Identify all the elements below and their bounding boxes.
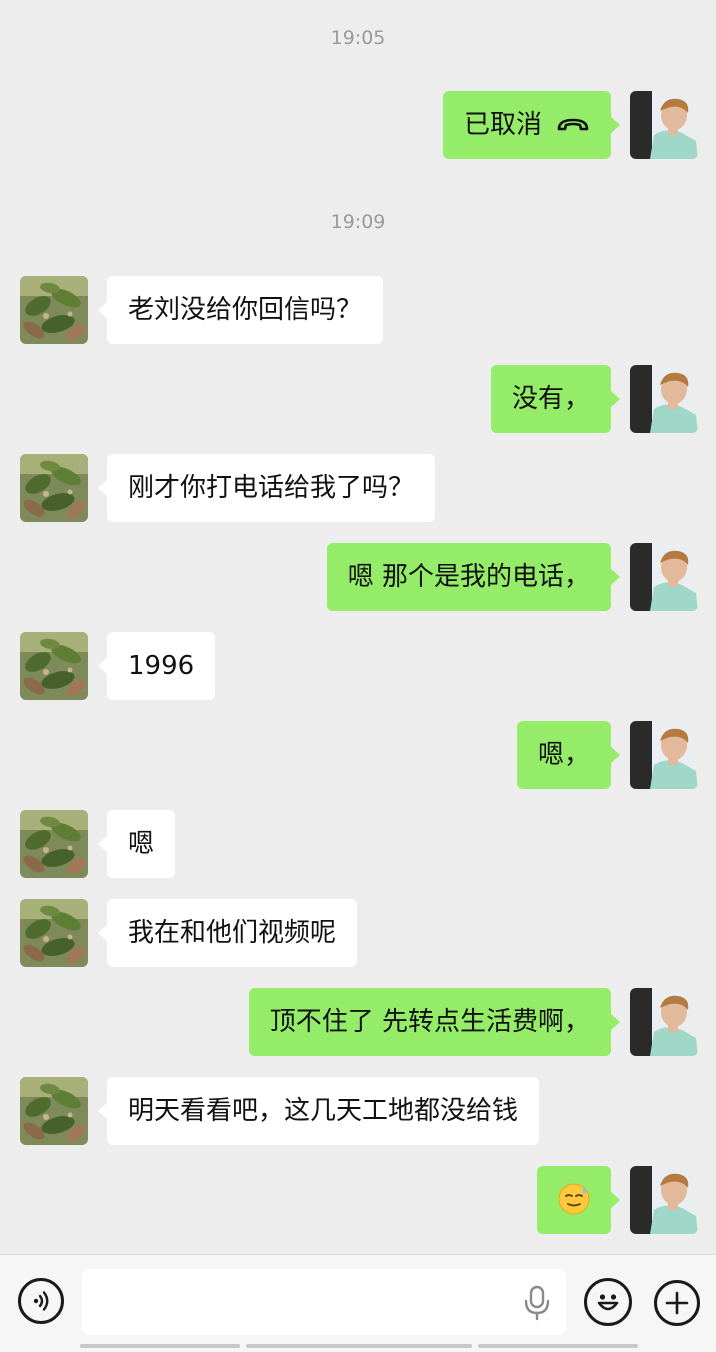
emoji-icon: [597, 1294, 619, 1311]
message-row: 已取消: [0, 91, 716, 159]
contact-avatar[interactable]: [20, 1077, 88, 1145]
message-row: 老刘没给你回信吗？: [0, 276, 716, 344]
message-row: 明天看看吧，这几天工地都没给钱: [0, 1077, 716, 1145]
contact-avatar[interactable]: [20, 276, 88, 344]
my-avatar[interactable]: [630, 365, 698, 433]
keyboard-handle-segment: [246, 1344, 472, 1348]
message-row: 没有，: [0, 365, 716, 433]
message-row: [0, 1166, 716, 1234]
keyboard-handle-segment: [478, 1344, 638, 1348]
keyboard-handle-segment: [80, 1344, 240, 1348]
plus-button[interactable]: [654, 1280, 700, 1326]
message-row: 嗯 那个是我的电话，: [0, 543, 716, 611]
message-row: 刚才你打电话给我了吗？: [0, 454, 716, 522]
emoji-button[interactable]: [584, 1278, 632, 1326]
chat-area[interactable]: 19:05 已取消 19:09 老刘没给你回信吗？ 没有， 刚才你打电话给我了吗…: [0, 0, 716, 1254]
message-row: 嗯: [0, 810, 716, 878]
message-input[interactable]: [82, 1269, 566, 1335]
message-bubble[interactable]: 嗯: [97, 810, 176, 878]
hangup-icon: [557, 118, 589, 130]
voice-button[interactable]: [18, 1278, 64, 1324]
message-row: 嗯，: [0, 721, 716, 789]
message-bubble[interactable]: 刚才你打电话给我了吗？: [97, 454, 436, 522]
contact-avatar[interactable]: [20, 810, 88, 878]
message-bubble[interactable]: 没有，: [490, 365, 621, 433]
contact-avatar[interactable]: [20, 632, 88, 700]
plus-icon: [665, 1291, 689, 1315]
message-bubble[interactable]: 我在和他们视频呢: [97, 899, 358, 967]
voice-icon: [33, 1291, 49, 1311]
my-avatar[interactable]: [630, 988, 698, 1056]
contact-avatar[interactable]: [20, 454, 88, 522]
message-bubble[interactable]: 老刘没给你回信吗？: [97, 276, 384, 344]
my-avatar[interactable]: [630, 543, 698, 611]
timestamp: 19:05: [330, 27, 386, 49]
timestamp: 19:09: [330, 211, 386, 233]
input-bar: [0, 1254, 716, 1352]
mic-icon[interactable]: [520, 1285, 554, 1321]
my-avatar[interactable]: [630, 1166, 698, 1234]
message-row: 我在和他们视频呢: [0, 899, 716, 967]
message-row: 1996: [0, 632, 716, 700]
my-avatar[interactable]: [630, 721, 698, 789]
message-bubble[interactable]: 1996: [97, 632, 216, 700]
contact-avatar[interactable]: [20, 899, 88, 967]
message-bubble[interactable]: 顶不住了 先转点生活费啊，: [248, 988, 621, 1056]
message-row: 顶不住了 先转点生活费啊，: [0, 988, 716, 1056]
sweat-smile-emoji: [558, 1183, 590, 1214]
message-bubble[interactable]: 嗯 那个是我的电话，: [326, 543, 621, 611]
call-cancelled-bubble[interactable]: 已取消: [442, 91, 621, 159]
message-bubble[interactable]: 明天看看吧，这几天工地都没给钱: [97, 1077, 540, 1145]
my-avatar[interactable]: [630, 91, 698, 159]
emoji-bubble[interactable]: [537, 1166, 620, 1234]
message-bubble[interactable]: 嗯，: [516, 721, 621, 789]
message-text: 已取消: [463, 110, 542, 140]
